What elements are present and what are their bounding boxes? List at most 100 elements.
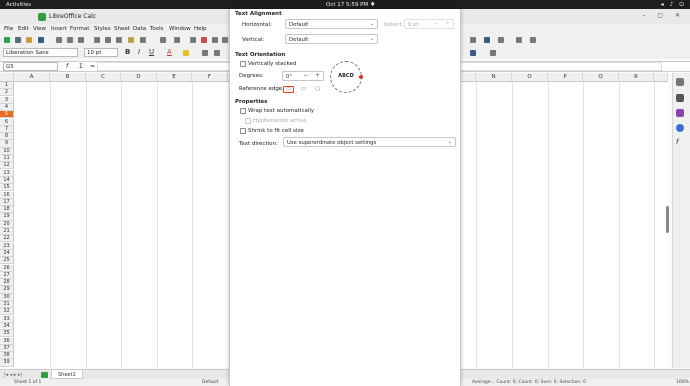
- cut-icon[interactable]: [94, 37, 100, 43]
- row-header[interactable]: 23: [0, 242, 14, 250]
- menu-edit[interactable]: Edit: [18, 26, 29, 32]
- border-style-icon[interactable]: [490, 50, 496, 56]
- row-icon[interactable]: [212, 37, 218, 43]
- row-header[interactable]: 26: [0, 264, 14, 272]
- menu-sheet[interactable]: Sheet: [114, 26, 130, 32]
- menu-insert[interactable]: Insert: [51, 26, 67, 32]
- column-header[interactable]: C: [86, 73, 121, 82]
- window-controls[interactable]: – ▢ ✕: [642, 12, 685, 19]
- column-header[interactable]: F: [192, 73, 228, 82]
- menu-styles[interactable]: Styles: [94, 26, 111, 32]
- name-box[interactable]: G5: [3, 62, 58, 71]
- menu-file[interactable]: File: [4, 26, 13, 32]
- column-header[interactable]: N: [476, 73, 512, 82]
- page-style[interactable]: Default: [202, 380, 218, 385]
- rotation-dial[interactable]: ABCD: [330, 61, 363, 93]
- row-header[interactable]: 29: [0, 286, 14, 294]
- export-pdf-icon[interactable]: [56, 37, 62, 43]
- print-icon[interactable]: [67, 37, 73, 43]
- sheet-tab-sheet1[interactable]: Sheet1: [51, 370, 83, 379]
- save-icon[interactable]: [38, 37, 44, 43]
- hyphenation-checkbox[interactable]: [245, 118, 251, 124]
- redo-icon[interactable]: [174, 37, 180, 43]
- zoom-level[interactable]: 100%: [676, 380, 689, 385]
- text-direction-select[interactable]: Use superordinate object settings ⌄: [283, 137, 456, 147]
- copy-icon[interactable]: [105, 37, 111, 43]
- row-header[interactable]: 5: [0, 111, 14, 119]
- row-header[interactable]: 12: [0, 162, 14, 170]
- functions-icon[interactable]: f: [676, 138, 678, 146]
- print-preview-icon[interactable]: [78, 37, 84, 43]
- menu-help[interactable]: Help: [194, 26, 207, 32]
- system-tray-icons[interactable]: ◂ ♪ ⏻: [661, 1, 686, 9]
- row-header[interactable]: 39: [0, 359, 14, 367]
- row-header[interactable]: 4: [0, 103, 14, 112]
- spelling-icon[interactable]: [201, 37, 207, 43]
- row-header[interactable]: 36: [0, 337, 14, 345]
- align-left-icon[interactable]: [202, 50, 208, 56]
- row-header[interactable]: 15: [0, 184, 14, 192]
- clone-formatting-icon[interactable]: [128, 37, 134, 43]
- row-header[interactable]: 19: [0, 213, 14, 221]
- reference-edge-bottom-button[interactable]: ▭: [283, 86, 294, 93]
- sum-icon[interactable]: Σ: [79, 63, 83, 70]
- indent-spin[interactable]: 0 pt − +: [404, 19, 454, 29]
- row-header[interactable]: 8: [0, 133, 14, 141]
- row-header[interactable]: 9: [0, 140, 14, 148]
- bold-icon[interactable]: B: [125, 48, 130, 56]
- degrees-spin[interactable]: 0° − +: [282, 71, 324, 81]
- row-header[interactable]: 27: [0, 271, 14, 279]
- column-header[interactable]: O: [512, 73, 548, 82]
- row-header[interactable]: 1: [0, 82, 14, 90]
- row-header[interactable]: 18: [0, 206, 14, 214]
- hyperlink-icon[interactable]: [530, 37, 536, 43]
- italic-icon[interactable]: I: [138, 48, 140, 56]
- align-center-icon[interactable]: [214, 50, 220, 56]
- column-header[interactable]: E: [157, 73, 192, 82]
- row-header[interactable]: 28: [0, 279, 14, 287]
- row-header[interactable]: 25: [0, 257, 14, 265]
- menu-format[interactable]: Format: [70, 26, 89, 32]
- underline-icon[interactable]: U: [149, 48, 154, 56]
- row-header[interactable]: 11: [0, 155, 14, 163]
- row-header[interactable]: 22: [0, 235, 14, 243]
- row-header[interactable]: 24: [0, 249, 14, 258]
- column-header[interactable]: B: [50, 73, 86, 82]
- row-header[interactable]: 38: [0, 352, 14, 360]
- row-header[interactable]: 31: [0, 301, 14, 309]
- select-all-corner[interactable]: [0, 73, 14, 82]
- row-header[interactable]: 7: [0, 125, 14, 133]
- minus-icon[interactable]: −: [433, 20, 438, 27]
- function-wizard-icon[interactable]: f: [66, 63, 68, 70]
- row-header[interactable]: 37: [0, 344, 14, 352]
- plus-icon[interactable]: +: [315, 72, 320, 79]
- highlight-color-icon[interactable]: [183, 50, 189, 56]
- navigator-icon[interactable]: [676, 124, 684, 132]
- row-header[interactable]: 30: [0, 293, 14, 301]
- reference-edge-top-button[interactable]: ▭: [298, 86, 309, 93]
- row-header[interactable]: 17: [0, 198, 14, 206]
- undo-icon[interactable]: [160, 37, 166, 43]
- row-header[interactable]: 2: [0, 89, 14, 97]
- open-folder-icon[interactable]: [26, 37, 32, 43]
- properties-icon[interactable]: [676, 94, 684, 102]
- row-header[interactable]: 20: [0, 220, 14, 228]
- shrink-to-fit-checkbox[interactable]: [240, 128, 246, 134]
- row-header[interactable]: 14: [0, 176, 14, 185]
- borders-icon[interactable]: [470, 50, 476, 56]
- plus-icon[interactable]: +: [445, 20, 450, 27]
- formula-icon[interactable]: =: [90, 63, 95, 70]
- menu-data[interactable]: Data: [133, 26, 146, 32]
- template-icon[interactable]: [15, 37, 21, 43]
- row-header[interactable]: 6: [0, 118, 14, 126]
- horizontal-select[interactable]: Default ⌄: [285, 19, 378, 29]
- font-size-box[interactable]: 10 pt: [84, 48, 118, 57]
- vertical-scrollbar[interactable]: [666, 206, 669, 233]
- font-color-icon[interactable]: A: [167, 48, 172, 56]
- notification-icon[interactable]: ♦: [370, 1, 375, 8]
- row-header[interactable]: 10: [0, 147, 14, 155]
- row-header[interactable]: 32: [0, 308, 14, 316]
- font-name-box[interactable]: Liberation Sans: [3, 48, 78, 57]
- styles-icon[interactable]: [676, 109, 684, 117]
- column-header[interactable]: P: [548, 73, 583, 82]
